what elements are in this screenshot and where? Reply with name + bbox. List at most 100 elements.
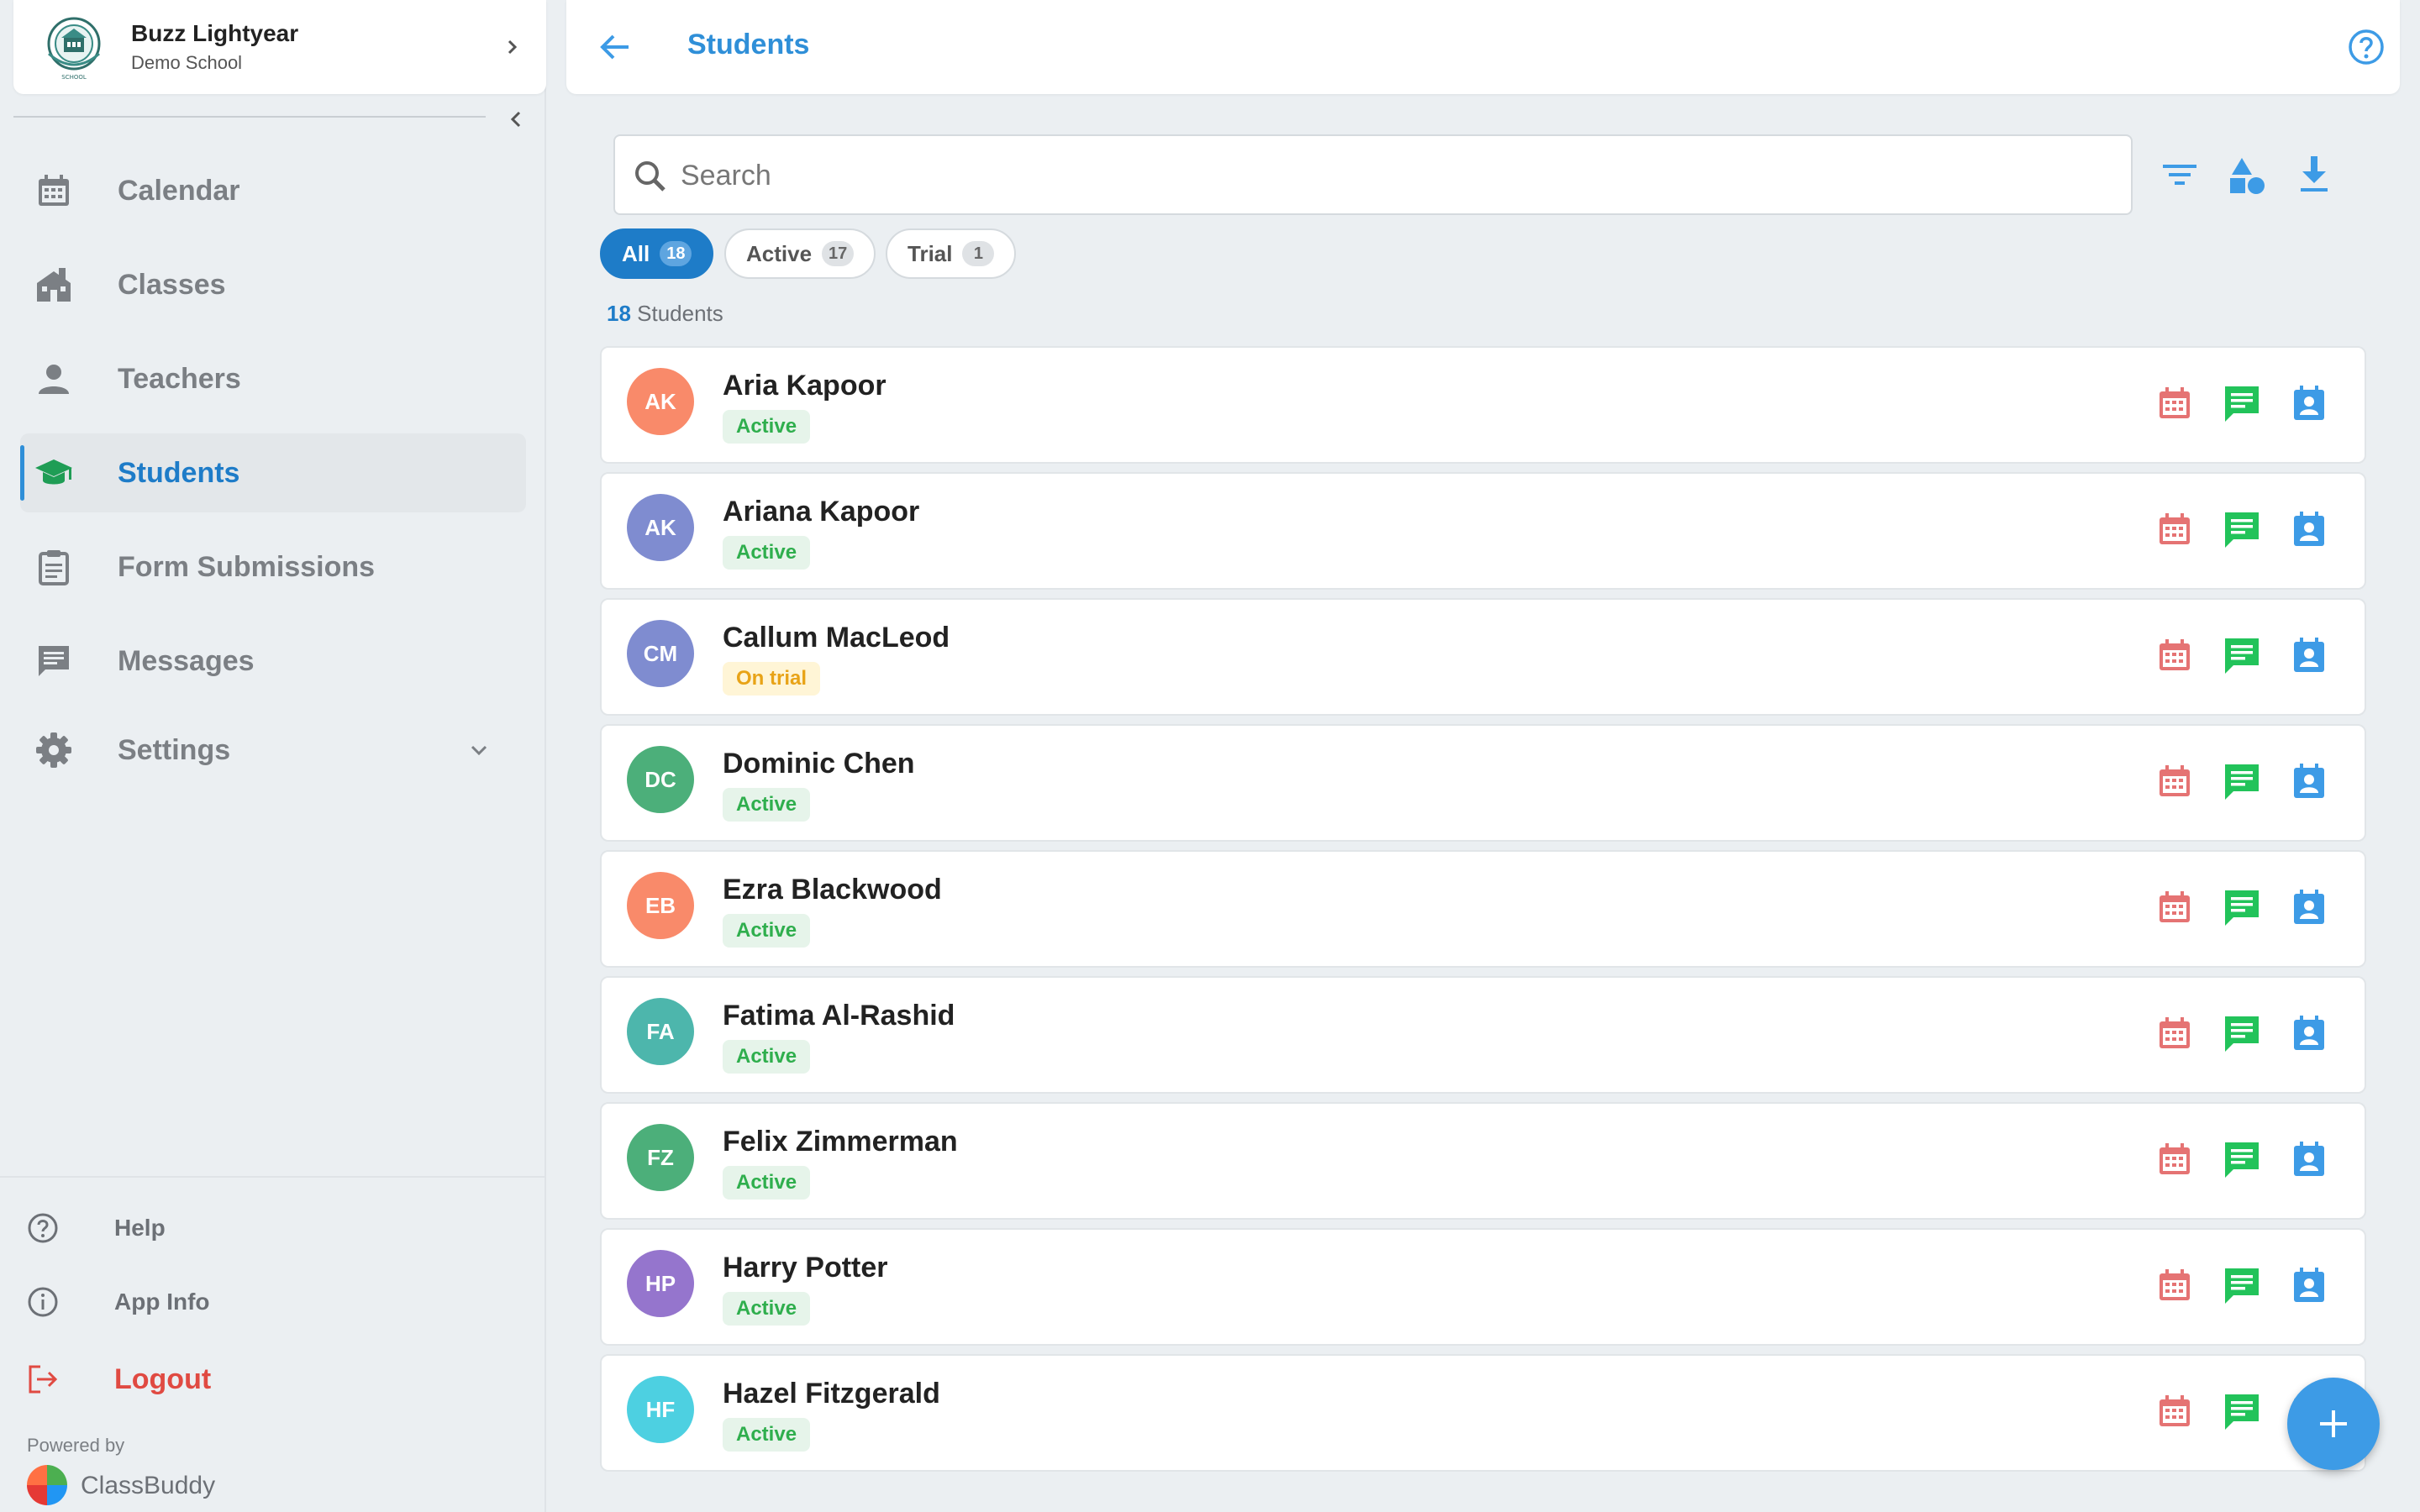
student-name: Dominic Chen (723, 748, 915, 780)
student-row[interactable]: DC Dominic Chen Active (600, 724, 2366, 842)
sidebar-item-messages[interactable]: Messages (20, 622, 526, 701)
status-badge: Active (723, 1040, 811, 1074)
chip-label: All (622, 240, 650, 266)
contact-card-icon[interactable] (2289, 1013, 2329, 1053)
status-badge: Active (723, 536, 811, 570)
chip-count: 18 (660, 241, 692, 266)
calendar-icon[interactable] (2154, 1265, 2195, 1305)
calendar-icon[interactable] (2154, 761, 2195, 801)
student-name: Fatima Al-Rashid (723, 1000, 955, 1032)
chip-count: 17 (822, 241, 855, 266)
student-row[interactable]: AK Aria Kapoor Active (600, 346, 2366, 464)
clipboard-icon (39, 550, 69, 585)
message-icon[interactable] (2222, 635, 2262, 675)
result-count-label: Students (637, 301, 723, 326)
plus-icon (2320, 1410, 2347, 1437)
student-name: Callum MacLeod (723, 622, 950, 654)
contact-card-icon[interactable] (2289, 635, 2329, 675)
back-arrow-icon[interactable] (597, 29, 634, 66)
status-badge: Active (723, 914, 811, 948)
message-icon[interactable] (2222, 1139, 2262, 1179)
student-row[interactable]: HP Harry Potter Active (600, 1228, 2366, 1346)
graduation-cap-icon (35, 459, 72, 485)
message-icon[interactable] (2222, 383, 2262, 423)
avatar: FA (627, 998, 694, 1065)
avatar: DC (627, 746, 694, 813)
avatar: FZ (627, 1124, 694, 1191)
contact-card-icon[interactable] (2289, 383, 2329, 423)
sidebar-item-form-submissions[interactable]: Form Submissions (20, 528, 526, 606)
logout-icon (29, 1365, 58, 1394)
contact-card-icon[interactable] (2289, 887, 2329, 927)
calendar-icon[interactable] (2154, 1139, 2195, 1179)
gear-icon (36, 732, 71, 768)
message-icon[interactable] (2222, 761, 2262, 801)
contact-card-icon[interactable] (2289, 1139, 2329, 1179)
status-badge: Active (723, 410, 811, 444)
filter-chip-active[interactable]: Active 17 (724, 228, 876, 279)
person-icon (39, 365, 69, 394)
filter-icon[interactable] (2156, 151, 2203, 198)
sidebar-bottom-divider (0, 1176, 546, 1178)
avatar: HP (627, 1250, 694, 1317)
sidebar-item-label: Messages (118, 644, 255, 677)
student-name: Aria Kapoor (723, 370, 886, 402)
app-info-link[interactable]: App Info (25, 1277, 210, 1327)
calendar-icon[interactable] (2154, 1391, 2195, 1431)
student-row[interactable]: FA Fatima Al-Rashid Active (600, 976, 2366, 1094)
contact-card-icon[interactable] (2289, 1265, 2329, 1305)
calendar-icon[interactable] (2154, 509, 2195, 549)
search-input[interactable] (681, 151, 2109, 200)
logout-label: Logout (114, 1362, 212, 1395)
sidebar-item-label: Calendar (118, 174, 240, 207)
result-count: 18 Students (607, 301, 723, 327)
profile-card[interactable]: SCHOOL Buzz Lightyear Demo School (13, 0, 546, 94)
sidebar-item-students[interactable]: Students (20, 433, 526, 512)
avatar-initials: DC (644, 766, 676, 792)
message-icon[interactable] (2222, 1013, 2262, 1053)
calendar-icon[interactable] (2154, 887, 2195, 927)
student-row[interactable]: HF Hazel Fitzgerald Active (600, 1354, 2366, 1472)
classbuddy-logo-icon (27, 1465, 67, 1505)
student-row[interactable]: FZ Felix Zimmerman Active (600, 1102, 2366, 1220)
chip-label: Trial (908, 240, 953, 266)
powered-by-text: Powered by (27, 1435, 125, 1456)
student-list: AK Aria Kapoor Active AK Ariana Kapoor A… (600, 346, 2366, 1512)
calendar-icon[interactable] (2154, 1013, 2195, 1053)
message-icon (39, 646, 69, 676)
filter-chip-all[interactable]: All 18 (600, 228, 714, 279)
calendar-icon[interactable] (2154, 383, 2195, 423)
sidebar-item-teachers[interactable]: Teachers (20, 339, 526, 418)
logout-button[interactable]: Logout (25, 1354, 211, 1404)
student-row[interactable]: AK Ariana Kapoor Active (600, 472, 2366, 590)
contact-card-icon[interactable] (2289, 509, 2329, 549)
page-title: Students (687, 29, 810, 60)
student-row[interactable]: CM Callum MacLeod On trial (600, 598, 2366, 716)
help-circle-icon[interactable] (2346, 27, 2386, 67)
sidebar: SCHOOL Buzz Lightyear Demo School Calend… (0, 0, 546, 1512)
school-building-icon (37, 268, 71, 302)
message-icon[interactable] (2222, 1265, 2262, 1305)
student-row[interactable]: EB Ezra Blackwood Active (600, 850, 2366, 968)
shapes-icon[interactable] (2223, 151, 2270, 198)
classbuddy-brand: ClassBuddy (81, 1472, 216, 1499)
help-link[interactable]: Help (25, 1203, 166, 1253)
download-icon[interactable] (2291, 151, 2338, 198)
filter-chip-trial[interactable]: Trial 1 (886, 228, 1017, 279)
profile-name: Buzz Lightyear (131, 20, 299, 46)
collapse-sidebar-button[interactable] (501, 104, 531, 134)
contact-card-icon[interactable] (2289, 761, 2329, 801)
add-student-button[interactable] (2287, 1378, 2380, 1470)
message-icon[interactable] (2222, 1391, 2262, 1431)
message-icon[interactable] (2222, 509, 2262, 549)
sidebar-item-settings[interactable]: Settings (20, 711, 526, 790)
sidebar-item-classes[interactable]: Classes (20, 245, 526, 324)
status-badge: Active (723, 1292, 811, 1326)
page-header: Students (566, 0, 2400, 94)
profile-school: Demo School (131, 52, 243, 73)
sidebar-item-calendar[interactable]: Calendar (20, 151, 526, 230)
avatar-initials: FZ (647, 1144, 674, 1170)
message-icon[interactable] (2222, 887, 2262, 927)
chip-count: 1 (962, 241, 995, 266)
calendar-icon[interactable] (2154, 635, 2195, 675)
